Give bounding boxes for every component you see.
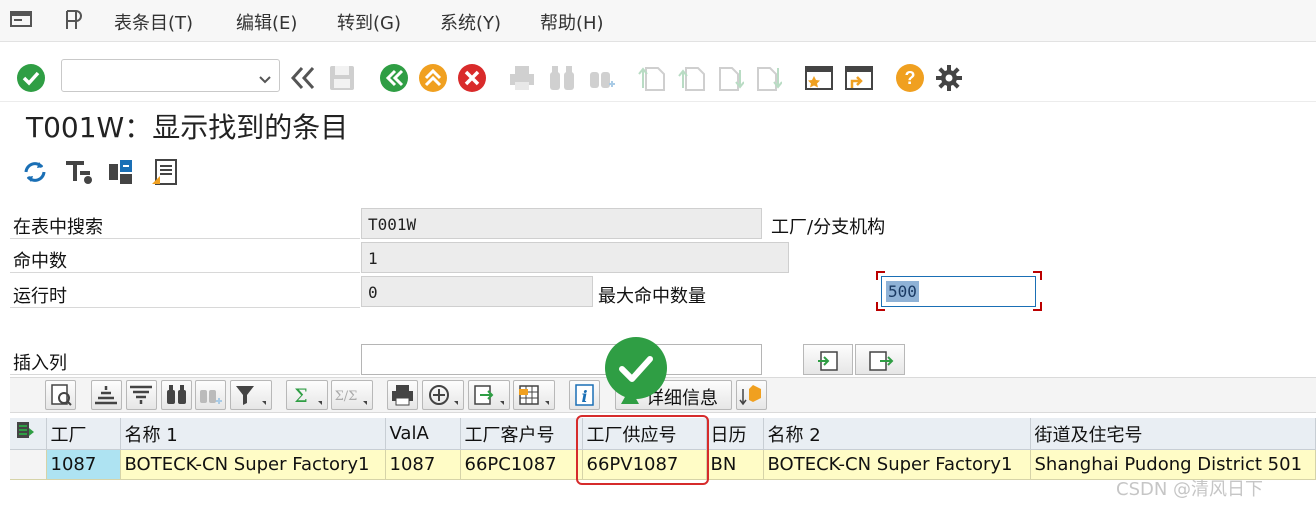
menu-help[interactable]: 帮助(H) (540, 9, 604, 35)
sort-descending-button[interactable] (126, 380, 157, 410)
shortcut-icon[interactable] (844, 64, 873, 92)
help-icon[interactable]: ? (895, 63, 924, 92)
max-hits-value: 500 (886, 281, 919, 302)
settings-icon[interactable] (934, 63, 962, 91)
select-all-cell[interactable] (10, 418, 47, 450)
information-button[interactable]: i (569, 380, 600, 410)
search-table-label: 在表中搜索 (13, 217, 103, 238)
number-of-entries-icon[interactable] (107, 158, 135, 186)
total-button[interactable]: Σ (286, 380, 328, 410)
chevron-down-icon[interactable] (258, 70, 272, 84)
max-hits-input[interactable]: 500 (881, 276, 1036, 307)
hits-field: 1 (361, 242, 789, 273)
find-icon[interactable] (548, 64, 576, 92)
table-cell[interactable]: BOTECK-CN Super Factory1 (120, 449, 386, 480)
menu-system[interactable]: 系统(Y) (440, 9, 501, 35)
max-hits-label: 最大命中数量 (598, 286, 706, 307)
column-header[interactable]: 工厂客户号 (460, 418, 583, 450)
column-header[interactable]: 街道及住宅号 (1030, 418, 1316, 450)
back-icon[interactable] (379, 63, 408, 92)
row-separator (10, 307, 360, 308)
insert-column-button[interactable] (803, 344, 853, 375)
refresh-icon[interactable] (21, 158, 49, 186)
next-page-icon[interactable] (716, 64, 745, 92)
row-separator (10, 238, 360, 239)
first-page-icon[interactable] (638, 64, 666, 92)
column-header[interactable]: 工厂 (46, 418, 121, 450)
column-header[interactable]: 日历 (706, 418, 764, 450)
print-icon[interactable] (387, 380, 418, 410)
remove-column-button[interactable] (855, 344, 905, 375)
column-header[interactable]: ValA (385, 418, 461, 450)
find-next-icon[interactable] (588, 64, 616, 92)
column-header[interactable]: 名称 2 (763, 418, 1031, 450)
sort-ascending-button[interactable] (91, 380, 122, 410)
table-cell[interactable]: 1087 (46, 449, 121, 480)
table-cell[interactable]: 1087 (385, 449, 461, 480)
details-view-button[interactable] (45, 380, 76, 410)
watermark: CSDN @清风日下 (1116, 479, 1264, 500)
runtime-label: 运行时 (13, 286, 67, 307)
last-page-icon[interactable] (754, 64, 783, 92)
column-header[interactable]: 名称 1 (120, 418, 386, 450)
menu-icon[interactable] (10, 10, 32, 30)
search-table-field: T001W (361, 208, 762, 239)
command-field[interactable] (61, 59, 280, 92)
list-document-icon[interactable] (151, 158, 179, 186)
svg-text:i: i (581, 387, 587, 406)
search-table-description: 工厂/分支机构 (771, 217, 886, 238)
selection-criteria-icon[interactable] (64, 158, 92, 186)
svg-text:?: ? (905, 68, 916, 88)
layout-menu-icon[interactable] (64, 8, 88, 32)
sort-order-button[interactable] (736, 380, 767, 410)
enter-icon[interactable] (16, 63, 45, 92)
menu-table-entry[interactable]: 表条目(T) (114, 9, 193, 35)
back-double-arrow-icon[interactable] (288, 64, 316, 92)
find-next-icon[interactable] (195, 380, 226, 410)
table-cell[interactable]: BOTECK-CN Super Factory1 (763, 449, 1031, 480)
cancel-icon[interactable] (457, 63, 486, 92)
row-selector[interactable] (10, 449, 47, 480)
insert-column-input[interactable] (361, 344, 762, 375)
runtime-field: 0 (361, 276, 593, 307)
checkmark-overlay-icon (604, 336, 668, 400)
table-cell[interactable]: 66PC1087 (460, 449, 583, 480)
insert-column-label: 插入列 (13, 353, 67, 374)
views-button[interactable] (422, 380, 464, 410)
svg-text:Σ/Σ: Σ/Σ (335, 389, 358, 404)
menu-goto[interactable]: 转到(G) (337, 9, 401, 35)
save-icon[interactable] (328, 64, 356, 92)
print-icon[interactable] (508, 64, 536, 92)
menu-edit[interactable]: 编辑(E) (236, 9, 297, 35)
page-title: T001W：显示找到的条目 (26, 111, 349, 144)
highlight-box (576, 415, 709, 485)
svg-text:Σ: Σ (294, 385, 307, 407)
exit-icon[interactable] (418, 63, 447, 92)
row-separator (10, 374, 360, 375)
prev-page-icon[interactable] (678, 64, 706, 92)
subtotal-button[interactable]: Σ/Σ (331, 380, 373, 410)
create-session-icon[interactable] (804, 64, 833, 92)
menu-bar (0, 0, 1316, 42)
table-cell[interactable]: BN (706, 449, 764, 480)
export-button[interactable] (468, 380, 510, 410)
layout-button[interactable] (513, 380, 555, 410)
filter-button[interactable] (230, 380, 272, 410)
find-icon[interactable] (161, 380, 192, 410)
hits-label: 命中数 (13, 251, 67, 272)
row-separator (10, 272, 360, 273)
